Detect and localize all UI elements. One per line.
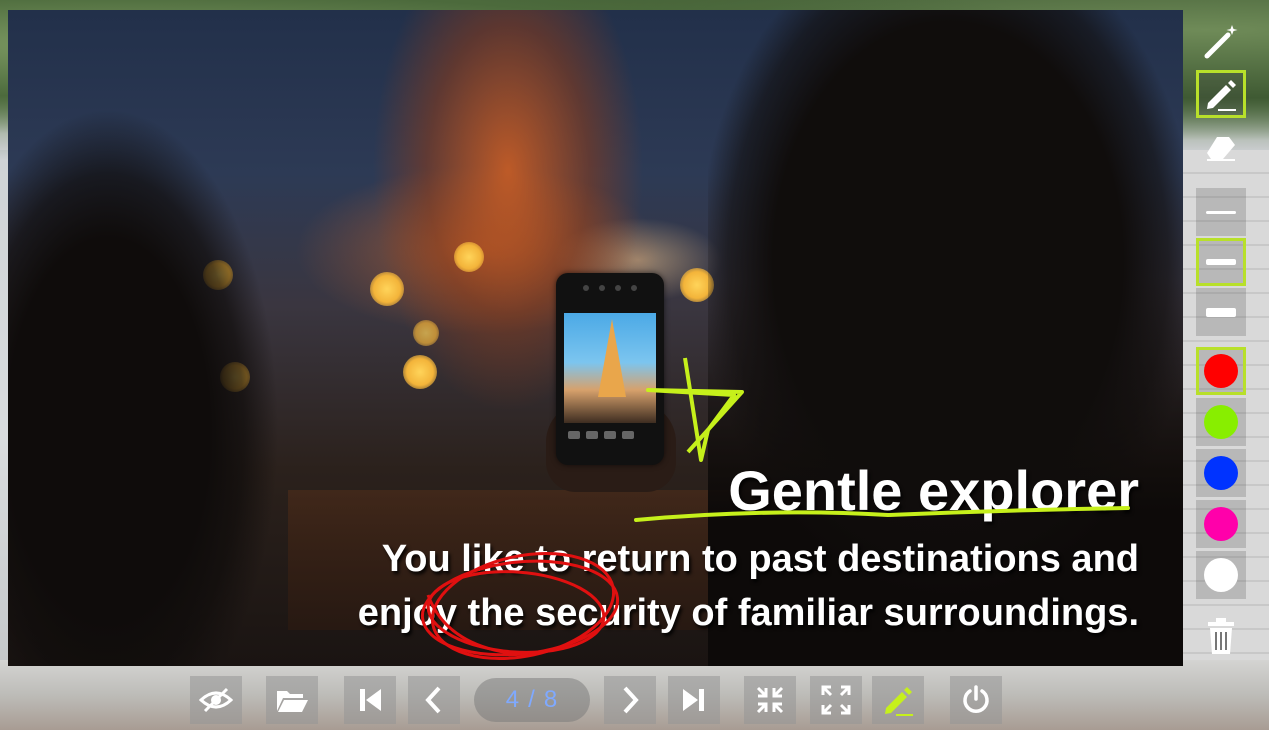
pen-toggle-button[interactable] bbox=[872, 676, 924, 724]
color-magenta-swatch[interactable] bbox=[1196, 500, 1246, 548]
line-width-thick-option[interactable] bbox=[1196, 288, 1246, 336]
open-file-button[interactable] bbox=[266, 676, 318, 724]
color-white-swatch[interactable] bbox=[1196, 551, 1246, 599]
slide-title: Gentle explorer bbox=[728, 459, 1139, 522]
previous-icon bbox=[425, 686, 441, 714]
shrink-icon bbox=[756, 686, 784, 714]
slide-body: You like to return to past destinations … bbox=[179, 532, 1139, 640]
red-dot-icon bbox=[1204, 354, 1238, 388]
color-red-swatch[interactable] bbox=[1196, 347, 1246, 395]
folder-open-icon bbox=[277, 691, 308, 712]
expand-icon bbox=[821, 685, 851, 715]
exit-button[interactable] bbox=[950, 676, 1002, 724]
next-page-button[interactable] bbox=[604, 676, 656, 724]
slide-body-line: enjoy the security of familiar surroundi… bbox=[357, 592, 1139, 634]
expand-button[interactable] bbox=[810, 676, 862, 724]
bokeh-light bbox=[413, 320, 439, 346]
phone-screen bbox=[564, 313, 656, 423]
line-width-thin-icon bbox=[1206, 210, 1236, 214]
pen-tool[interactable] bbox=[1196, 70, 1246, 118]
blue-dot-icon bbox=[1204, 456, 1238, 490]
bokeh-light bbox=[403, 355, 437, 389]
slide-photo-phone bbox=[556, 273, 664, 465]
next-icon bbox=[623, 686, 639, 714]
clear-drawing-button[interactable] bbox=[1196, 612, 1246, 660]
white-dot-icon bbox=[1204, 558, 1238, 592]
bokeh-light bbox=[454, 242, 484, 272]
magenta-dot-icon bbox=[1204, 507, 1238, 541]
current-page: 4 bbox=[505, 686, 521, 713]
magic-wand-tool[interactable] bbox=[1196, 18, 1246, 66]
color-blue-swatch[interactable] bbox=[1196, 449, 1246, 497]
line-width-medium-option[interactable] bbox=[1196, 238, 1246, 286]
pen-icon bbox=[1207, 80, 1236, 111]
eraser-tool[interactable] bbox=[1196, 128, 1246, 168]
shrink-button[interactable] bbox=[744, 676, 796, 724]
hide-toolbar-button[interactable] bbox=[190, 676, 242, 724]
line-width-medium-icon bbox=[1206, 259, 1236, 265]
last-page-button[interactable] bbox=[668, 676, 720, 724]
eraser-icon bbox=[1207, 137, 1235, 161]
phone-camera-row bbox=[566, 281, 654, 295]
total-pages: 8 bbox=[543, 686, 559, 713]
line-width-thin-option[interactable] bbox=[1196, 188, 1246, 236]
page-separator: / bbox=[528, 686, 536, 713]
presentation-slide[interactable]: Gentle explorer You like to return to pa… bbox=[8, 10, 1183, 666]
phone-screen-tower bbox=[598, 319, 626, 397]
line-width-thick-icon bbox=[1206, 307, 1236, 317]
power-icon bbox=[963, 685, 989, 713]
pen-toggle-icon bbox=[885, 687, 913, 716]
previous-page-button[interactable] bbox=[408, 676, 460, 724]
bokeh-light bbox=[370, 272, 404, 306]
magic-wand-icon bbox=[1204, 25, 1238, 59]
last-page-icon bbox=[683, 689, 704, 711]
page-counter: 4 / 8 bbox=[474, 678, 590, 722]
first-page-icon bbox=[360, 689, 381, 711]
hide-icon bbox=[199, 687, 233, 713]
green-dot-icon bbox=[1204, 405, 1238, 439]
first-page-button[interactable] bbox=[344, 676, 396, 724]
color-green-swatch[interactable] bbox=[1196, 398, 1246, 446]
phone-controls bbox=[564, 427, 660, 443]
trash-icon bbox=[1208, 618, 1234, 654]
slide-body-line: You like to return to past destinations … bbox=[381, 538, 1139, 580]
